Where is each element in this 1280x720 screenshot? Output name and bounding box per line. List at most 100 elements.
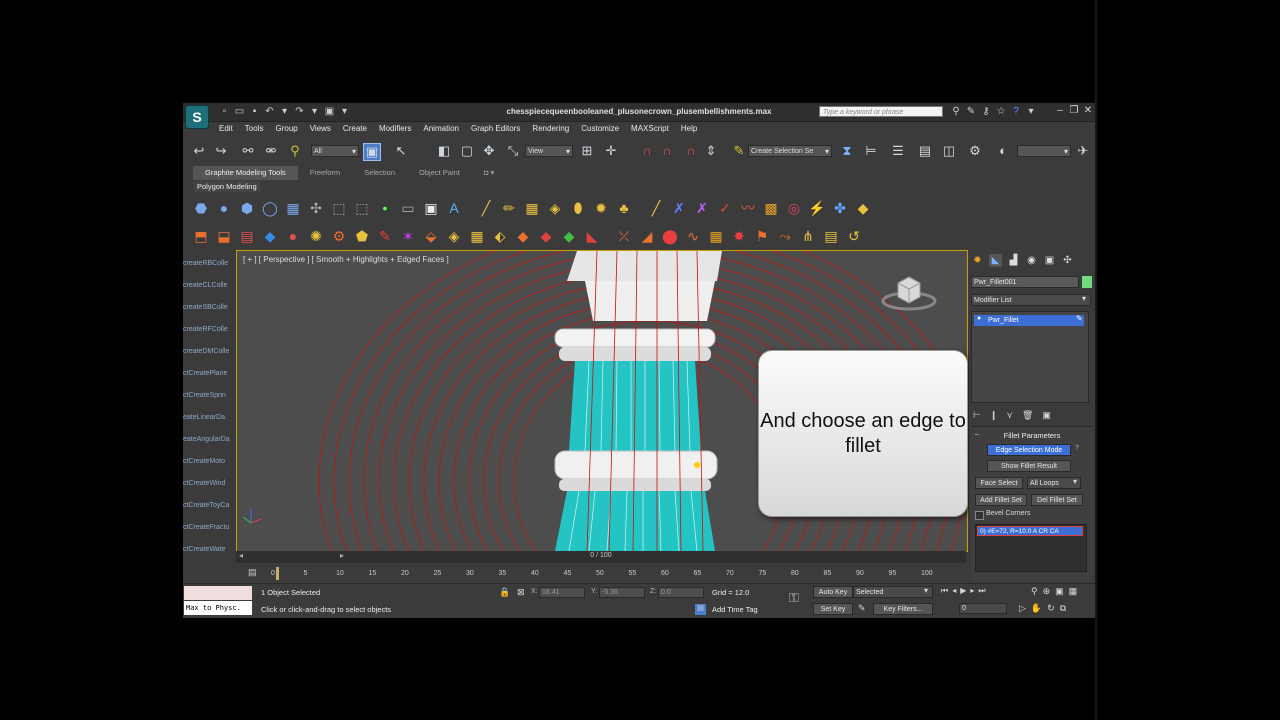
modifier-25-icon[interactable]: ⚑ (752, 226, 772, 246)
select-object-icon[interactable]: ▣ (363, 143, 381, 161)
modifier-11-icon[interactable]: ⬙ (421, 226, 441, 246)
tube-icon[interactable]: ⬢ (237, 198, 257, 218)
torus-icon[interactable]: ◯ (260, 198, 280, 218)
fillet-set-list[interactable]: 0) #E=72, R=10.0 A CR CA (975, 524, 1087, 572)
orbit-icon[interactable]: ↻ (1047, 603, 1055, 614)
modifier-2-icon[interactable]: ⬓ (214, 226, 234, 246)
bulb-icon[interactable]: ● (977, 315, 981, 322)
motion-tab-icon[interactable]: ◉ (1025, 254, 1038, 267)
use-pivot-center-icon[interactable]: ⊞ (579, 143, 595, 159)
polygon-modeling-panel[interactable]: Polygon Modeling (194, 181, 260, 192)
align-icon[interactable]: ⊨ (863, 143, 879, 159)
restore-icon[interactable]: ❐ (1069, 105, 1079, 117)
select-and-move-icon[interactable]: ✥ (481, 143, 497, 159)
modifier-5-icon[interactable]: ● (283, 226, 303, 246)
named-selection-sets-dropdown[interactable]: Create Selection Se (748, 145, 832, 158)
set-key-key-icon[interactable]: ⚿ (789, 590, 799, 606)
menu-tools[interactable]: Tools (245, 124, 264, 133)
script-button[interactable]: ctCreateMoto (183, 451, 235, 473)
select-and-scale-icon[interactable]: ⤡ (505, 143, 521, 159)
snaps-toggle-icon[interactable]: ∩ (639, 143, 655, 159)
menu-customize[interactable]: Customize (581, 124, 619, 133)
tree-icon[interactable]: ♣ (614, 198, 634, 218)
squiggle-icon[interactable]: 〰 (738, 198, 758, 218)
key-mode-dropdown-arrow-icon[interactable]: ▾ (924, 586, 928, 595)
menu-animation[interactable]: Animation (423, 124, 459, 133)
menu-rendering[interactable]: Rendering (532, 124, 569, 133)
loops-dropdown-arrow-icon[interactable]: ▾ (1073, 477, 1077, 486)
undo-arrow-icon[interactable]: ↩ (191, 143, 207, 159)
selection-filter-dropdown[interactable]: All (311, 145, 359, 158)
bind-to-space-warp-icon[interactable]: ⚲ (287, 143, 303, 159)
fillet-set-item[interactable]: 0) #E=72, R=10.0 A CR CA (977, 526, 1083, 536)
script-button[interactable]: ctCreateWind (183, 473, 235, 495)
show-end-result-icon[interactable]: ❙ (990, 410, 998, 421)
edit-pencil-icon[interactable]: ✎ (1076, 314, 1083, 323)
utilities-tab-icon[interactable]: ✣ (1061, 254, 1074, 267)
play-icon[interactable]: ▶ (960, 586, 966, 596)
help-icon[interactable]: ? (1011, 106, 1021, 117)
modifier-14-icon[interactable]: ⬖ (490, 226, 510, 246)
layer-manager-icon[interactable]: ☰ (890, 143, 906, 159)
hierarchy-tab-icon[interactable]: ▟ (1007, 254, 1020, 267)
needle-icon[interactable]: ⚡ (807, 198, 827, 218)
tangle-icon[interactable]: ✤ (830, 198, 850, 218)
modifier-16-icon[interactable]: ◆ (536, 226, 556, 246)
script-button[interactable]: createSBColle (183, 297, 235, 319)
modifier-22-icon[interactable]: ∿ (683, 226, 703, 246)
trackbar[interactable]: ▤ 0 5 10 15 20 25 30 35 40 45 50 55 60 6… (236, 564, 966, 582)
line-tool-icon[interactable]: ╱ (476, 198, 496, 218)
menu-modifiers[interactable]: Modifiers (379, 124, 411, 133)
modifier-29-icon[interactable]: ↺ (844, 226, 864, 246)
maxscript-listener[interactable]: Max to Physc. (184, 601, 252, 615)
sphere-icon[interactable]: ● (214, 198, 234, 218)
percent-snap-icon[interactable]: ∩ (683, 143, 699, 159)
add-time-tag[interactable]: Add Time Tag (712, 605, 758, 614)
menu-graph-editors[interactable]: Graph Editors (471, 124, 520, 133)
tab-selection[interactable]: Selection (352, 166, 407, 180)
menu-maxscript[interactable]: MAXScript (631, 124, 669, 133)
menu-group[interactable]: Group (275, 124, 297, 133)
ring-icon[interactable]: ◎ (784, 198, 804, 218)
maxscript-listener-top[interactable] (184, 586, 252, 600)
unlink-selection-icon[interactable]: ⚮ (263, 143, 279, 159)
menu-edit[interactable]: Edit (219, 124, 233, 133)
modifier-19-icon[interactable]: ⤫ (614, 226, 634, 246)
edit-named-selection-icon[interactable]: ✎ (731, 143, 747, 159)
display-tab-icon[interactable]: ▣ (1043, 254, 1056, 267)
modifier-24-icon[interactable]: ✸ (729, 226, 749, 246)
menu-views[interactable]: Views (310, 124, 331, 133)
set-key-button[interactable]: Set Key (813, 603, 853, 615)
script-button[interactable]: ctCreateFractu (183, 517, 235, 539)
prev-frame-icon[interactable]: ◂ (952, 586, 956, 596)
modifier-list-dropdown[interactable]: Modifier List (971, 294, 1091, 306)
minimize-icon[interactable]: – (1055, 105, 1065, 117)
rollout-title[interactable]: Fillet Parameters (971, 431, 1093, 440)
zoom-extents-icon[interactable]: ▣ (1055, 586, 1064, 597)
show-fillet-result-button[interactable]: Show Fillet Result (987, 460, 1071, 472)
reference-coordinate-dropdown[interactable]: View (525, 145, 573, 158)
render-icon[interactable]: ✈ (1075, 143, 1091, 159)
render-setup-dropdown[interactable] (1017, 145, 1071, 158)
goto-end-icon[interactable]: ⏭ (978, 586, 985, 596)
z-coordinate-field[interactable]: 0.0 (658, 587, 704, 598)
modifier-20-icon[interactable]: ◢ (637, 226, 657, 246)
cylinder-icon[interactable]: ⬣ (191, 198, 211, 218)
object-name-field[interactable]: Pwr_Fillet001 (971, 276, 1079, 288)
next-frame-icon[interactable]: ▸ (970, 586, 974, 596)
binoculars-icon[interactable]: ⚲ (951, 106, 961, 117)
key-filters-button[interactable]: Key Filters... (873, 603, 933, 615)
edge-selection-mode-button[interactable]: Edge Selection Mode (987, 444, 1071, 456)
zoom-extents-all-icon[interactable]: ▦ (1069, 586, 1078, 597)
select-by-name-icon[interactable]: ↖ (393, 143, 409, 159)
script-button[interactable]: ctCreatePlane (183, 363, 235, 385)
window-crossing-icon[interactable]: ▢ (459, 143, 475, 159)
tab-freeform[interactable]: Freeform (298, 166, 352, 180)
close-icon[interactable]: ✕ (1083, 105, 1093, 117)
face-select-button[interactable]: Face Select (975, 477, 1023, 489)
time-tag-icon[interactable]: ▤ (695, 604, 706, 615)
modifier-7-icon[interactable]: ⚙ (329, 226, 349, 246)
x-coordinate-field[interactable]: 18.41 (539, 587, 585, 598)
slider-right-arrow-icon[interactable]: ▸ (340, 551, 344, 560)
script-button[interactable]: ctCreateSprin (183, 385, 235, 407)
